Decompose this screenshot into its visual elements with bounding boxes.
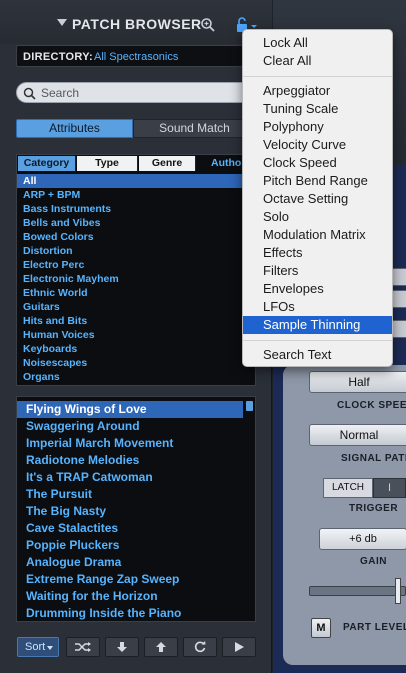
sort-button[interactable]: Sort (17, 637, 59, 657)
patch-item[interactable]: Poppie Pluckers (17, 537, 243, 554)
patch-item[interactable]: It's a TRAP Catwoman (17, 469, 243, 486)
shuffle-button[interactable] (66, 637, 100, 657)
patch-item[interactable]: The Pursuit (17, 486, 243, 503)
directory-label: DIRECTORY: (23, 51, 94, 63)
patch-item[interactable]: The Big Nasty (17, 503, 243, 520)
sort-label: Sort (25, 641, 46, 653)
gain-label: GAIN (360, 556, 387, 567)
trigger-toggle[interactable]: I (373, 478, 406, 498)
search-box[interactable] (16, 82, 256, 103)
menu-item-effects[interactable]: Effects (243, 244, 392, 262)
category-list: Category Type Genre Author All ARP + BPM… (16, 154, 256, 386)
search-input[interactable] (41, 83, 249, 102)
menu-item-arpeggiator[interactable]: Arpeggiator (243, 82, 392, 100)
category-item[interactable]: Guitars (17, 300, 255, 314)
shuffle-icon (75, 642, 91, 652)
column-type[interactable]: Type (77, 156, 138, 171)
signal-path-label: SIGNAL PATH (341, 453, 406, 464)
refresh-icon (194, 641, 206, 653)
arrow-down-icon (117, 642, 127, 652)
trigger-label: TRIGGER (349, 503, 399, 514)
patch-list-scrollbar[interactable] (246, 401, 253, 411)
menu-item-solo[interactable]: Solo (243, 208, 392, 226)
category-item[interactable]: All (17, 174, 255, 188)
clock-speed-label: CLOCK SPEED (337, 400, 406, 411)
browser-header: PATCH BROWSER (0, 0, 272, 44)
category-item[interactable]: Bowed Colors (17, 230, 255, 244)
category-item[interactable]: ARP + BPM (17, 188, 255, 202)
zoom-icon[interactable] (200, 17, 216, 33)
menu-item-clock-speed[interactable]: Clock Speed (243, 154, 392, 172)
directory-value[interactable]: All Spectrasonics (94, 51, 178, 63)
category-item[interactable]: Electro Perc (17, 258, 255, 272)
partial-control[interactable] (391, 290, 406, 308)
category-item[interactable]: Bells and Vibes (17, 216, 255, 230)
latch-button[interactable]: LATCH (323, 478, 373, 498)
menu-item-tuning-scale[interactable]: Tuning Scale (243, 100, 392, 118)
category-item[interactable]: Noisescapes (17, 356, 255, 370)
menu-item-velocity-curve[interactable]: Velocity Curve (243, 136, 392, 154)
directory-bar[interactable]: DIRECTORY: All Spectrasonics (16, 45, 256, 67)
partial-control[interactable] (391, 268, 406, 286)
patch-item[interactable]: Imperial March Movement (17, 435, 243, 452)
play-button[interactable] (222, 637, 256, 657)
patch-item[interactable]: Drumming Inside the Piano (17, 605, 243, 621)
refresh-button[interactable] (183, 637, 217, 657)
category-item[interactable]: Hits and Bits (17, 314, 255, 328)
lock-menu: Lock All Clear All Arpeggiator Tuning Sc… (242, 29, 393, 367)
patch-items: Flying Wings of Love Swaggering Around I… (17, 401, 243, 621)
gain-stepper[interactable]: +6 db (319, 528, 406, 550)
category-item[interactable]: Keyboards (17, 342, 255, 356)
next-patch-button[interactable] (105, 637, 139, 657)
category-item[interactable]: Distortion (17, 244, 255, 258)
part-level-label: PART LEVEL (343, 622, 406, 633)
column-genre[interactable]: Genre (139, 156, 196, 171)
patch-item[interactable]: Radiotone Melodies (17, 452, 243, 469)
patch-item[interactable]: Flying Wings of Love (17, 401, 243, 418)
category-item[interactable]: Bass Instruments (17, 202, 255, 216)
menu-item-modulation-matrix[interactable]: Modulation Matrix (243, 226, 392, 244)
partial-control[interactable] (391, 320, 406, 338)
mute-button[interactable]: M (311, 618, 331, 638)
tab-attributes[interactable]: Attributes (16, 119, 133, 138)
category-item[interactable]: Ethnic World (17, 286, 255, 300)
menu-item-octave-setting[interactable]: Octave Setting (243, 190, 392, 208)
menu-item-polyphony[interactable]: Polyphony (243, 118, 392, 136)
patch-item[interactable]: Analogue Drama (17, 554, 243, 571)
menu-separator (243, 340, 392, 341)
category-items: All ARP + BPM Bass Instruments Bells and… (17, 174, 255, 384)
column-headers: Category Type Genre Author (17, 155, 255, 172)
browser-title: PATCH BROWSER (72, 16, 202, 32)
arrow-up-icon (156, 642, 166, 652)
category-item[interactable]: Human Voices (17, 328, 255, 342)
column-category[interactable]: Category (18, 156, 76, 171)
patch-item[interactable]: Cave Stalactites (17, 520, 243, 537)
search-icon (23, 87, 36, 100)
play-icon (235, 642, 244, 652)
previous-patch-button[interactable] (144, 637, 178, 657)
clock-speed-selector[interactable]: Half (309, 371, 406, 393)
slider-handle[interactable] (395, 578, 401, 604)
patch-item[interactable]: Swaggering Around (17, 418, 243, 435)
menu-item-pitch-bend-range[interactable]: Pitch Bend Range (243, 172, 392, 190)
patch-item[interactable]: Waiting for the Horizon (17, 588, 243, 605)
chevron-down-icon (47, 646, 53, 650)
category-item[interactable]: Organs (17, 370, 255, 384)
category-item[interactable]: Electronic Mayhem (17, 272, 255, 286)
menu-item-envelopes[interactable]: Envelopes (243, 280, 392, 298)
part-level-slider[interactable] (309, 586, 406, 596)
menu-item-sample-thinning[interactable]: Sample Thinning (243, 316, 392, 334)
menu-item-lock-all[interactable]: Lock All (243, 34, 392, 52)
menu-separator (243, 76, 392, 77)
collapse-arrow-icon[interactable] (57, 19, 67, 26)
signal-path-selector[interactable]: Normal (309, 424, 406, 446)
menu-item-clear-all[interactable]: Clear All (243, 52, 392, 70)
menu-item-search-text[interactable]: Search Text (243, 346, 392, 364)
menu-item-lfos[interactable]: LFOs (243, 298, 392, 316)
patch-browser-panel: PATCH BROWSER DIRECTORY: All Spectrasoni… (0, 0, 272, 673)
tab-sound-match[interactable]: Sound Match (133, 119, 256, 138)
patch-item[interactable]: Extreme Range Zap Sweep (17, 571, 243, 588)
menu-item-filters[interactable]: Filters (243, 262, 392, 280)
patch-list: Flying Wings of Love Swaggering Around I… (16, 396, 256, 622)
